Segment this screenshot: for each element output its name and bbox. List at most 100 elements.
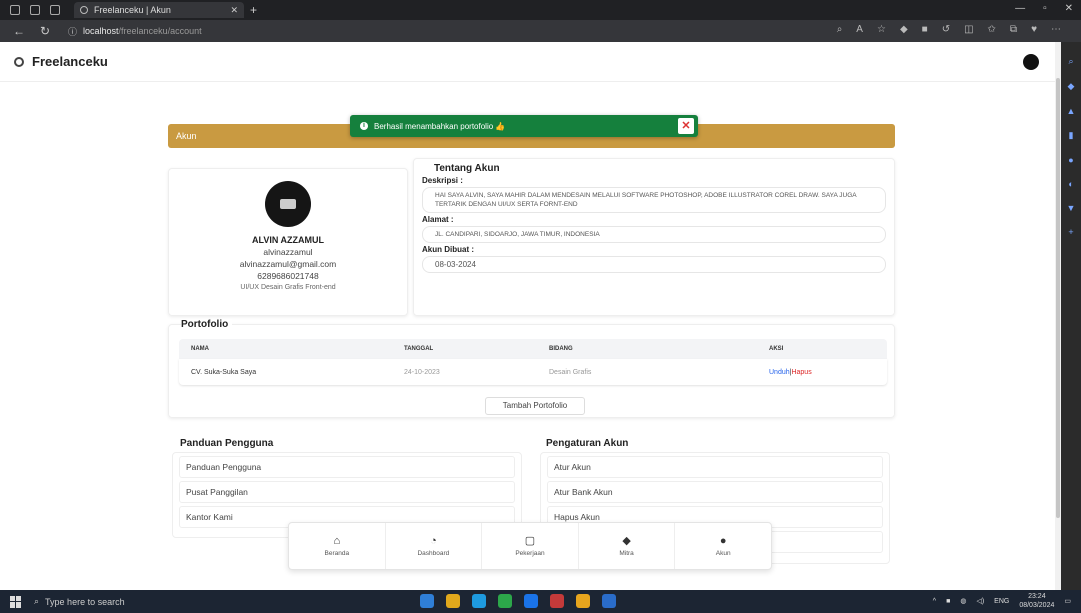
brand-icon <box>14 56 24 67</box>
app-icon[interactable] <box>550 594 564 608</box>
vscode-icon[interactable] <box>420 594 434 608</box>
address-label: Alamat : <box>422 215 454 224</box>
sidebar-app-icon[interactable]: ◆ <box>1068 81 1075 92</box>
profile-email: alvinazzamul@gmail.com <box>239 259 337 269</box>
profile-icon[interactable]: ♥ <box>1031 24 1037 35</box>
nav-dashboard[interactable]: ◔ Dashboard <box>386 523 483 569</box>
toast-message: Berhasil menambahkan portofolio 👍 <box>374 121 506 131</box>
address-field: JL. CANDIPARI, SIDOARJO, JAWA TIMUR, IND… <box>422 226 886 243</box>
close-tab-icon[interactable]: ✕ <box>230 5 238 16</box>
guide-item-panduan[interactable]: Panduan Pengguna <box>179 456 515 478</box>
nav-akun[interactable]: ● Akun <box>675 523 771 569</box>
page-scrollbar[interactable] <box>1055 42 1061 590</box>
windows-taskbar: ⌕ Type here to search ^ ■ ◍ ◁) ENG 23:24… <box>0 590 1081 613</box>
split-screen-icon[interactable]: ◫ <box>964 24 973 35</box>
brand-logo[interactable]: Freelanceku <box>14 54 108 69</box>
add-portfolio-button[interactable]: Tambah Portofolio <box>485 397 585 415</box>
sidebar-app-icon[interactable]: ▮ <box>1069 130 1074 141</box>
read-aloud-icon[interactable]: A <box>856 24 863 35</box>
whatsapp-icon[interactable] <box>498 594 512 608</box>
favorite-star-icon[interactable]: ☆ <box>877 24 886 35</box>
column-header-nama: NAMA <box>191 346 209 352</box>
cell-tanggal: 24-10-2023 <box>404 368 440 376</box>
close-window-icon[interactable]: ✕ <box>1065 3 1073 14</box>
zoom-icon[interactable]: ⌕ <box>837 24 843 35</box>
cell-aksi: Unduh|Hapus <box>769 369 887 376</box>
store-icon[interactable] <box>602 594 616 608</box>
profile-avatar <box>265 181 311 227</box>
collections-icon[interactable]: ⧉ <box>1010 24 1017 35</box>
volume-icon[interactable]: ◁) <box>976 597 984 605</box>
add-sidebar-icon[interactable]: + <box>1068 227 1073 237</box>
nav-label: Mitra <box>619 550 634 557</box>
restore-icon[interactable]: ▫ <box>1043 3 1047 14</box>
settings-item-atur-akun[interactable]: Atur Akun <box>547 456 883 478</box>
nav-mitra[interactable]: ◆ Mitra <box>579 523 676 569</box>
profile-username: alvinazzamul <box>263 247 313 257</box>
about-card: Tentang Akun Deskripsi : HAI SAYA ALVIN,… <box>413 158 895 316</box>
delete-link[interactable]: Hapus <box>791 369 811 376</box>
windows-start-icon[interactable] <box>10 595 22 608</box>
extension-icon[interactable]: ◆ <box>900 24 908 35</box>
reload-icon[interactable]: ↻ <box>38 24 52 38</box>
tray-app-icon[interactable]: ■ <box>946 598 950 605</box>
more-icon[interactable]: ⋯ <box>1051 24 1061 35</box>
nav-beranda[interactable]: ⌂ Beranda <box>289 523 386 569</box>
browser-tab-active[interactable]: Freelanceku | Akun ✕ <box>74 2 244 18</box>
extension-icon[interactable]: ■ <box>922 24 928 35</box>
user-icon: ● <box>719 535 727 547</box>
web-page: Freelanceku Akun i Berhasil menambahkan … <box>0 42 1061 590</box>
search-icon[interactable]: ⌕ <box>1068 56 1073 67</box>
tray-chevron-icon[interactable]: ^ <box>933 598 936 605</box>
portfolio-table: NAMA TANGGAL BIDANG AKSI CV. Suka-Suka S… <box>179 339 887 385</box>
edge-icon[interactable] <box>472 594 486 608</box>
cell-bidang: Desain Grafis <box>549 368 592 376</box>
taskbar-search[interactable]: ⌕ Type here to search <box>34 593 174 610</box>
partner-icon: ◆ <box>622 535 631 547</box>
profile-name: ALVIN AZZAMUL <box>252 235 324 245</box>
nav-pekerjaan[interactable]: ▢ Pekerjaan <box>482 523 579 569</box>
sidebar-app-icon[interactable]: ◐ <box>1068 179 1073 189</box>
sidebar-app-icon[interactable]: ▲ <box>1067 106 1076 116</box>
minimize-icon[interactable]: — <box>1015 3 1025 14</box>
search-icon: ⌕ <box>34 596 40 606</box>
header-avatar[interactable] <box>1023 54 1039 70</box>
profile-card: ALVIN AZZAMUL alvinazzamul alvinazzamul@… <box>168 168 408 316</box>
table-row: CV. Suka-Suka Saya 24-10-2023 Desain Gra… <box>179 359 887 385</box>
table-header: NAMA TANGGAL BIDANG AKSI <box>179 339 887 359</box>
settings-item-atur-bank[interactable]: Atur Bank Akun <box>547 481 883 503</box>
portfolio-card: Portofolio NAMA TANGGAL BIDANG AKSI CV. … <box>168 319 895 418</box>
taskbar-clock[interactable]: 23:24 08/03/2024 <box>1019 592 1054 610</box>
download-link[interactable]: Unduh <box>769 369 790 376</box>
site-info-icon[interactable]: ⓘ <box>68 25 77 38</box>
refresh-extension-icon[interactable]: ↺ <box>942 24 950 35</box>
new-tab-icon[interactable]: + <box>250 3 257 17</box>
guide-title: Panduan Pengguna <box>180 438 274 449</box>
network-icon[interactable]: ◍ <box>960 597 966 605</box>
created-label: Akun Dibuat : <box>422 245 474 254</box>
tab-overview-icon[interactable] <box>50 5 60 15</box>
favorites-icon[interactable]: ✩ <box>988 24 996 35</box>
nav-label: Dashboard <box>417 550 450 557</box>
tab-actions-icon[interactable] <box>30 5 40 15</box>
notification-icon[interactable]: ▭ <box>1064 597 1071 605</box>
toast-close-button[interactable]: ✕ <box>678 118 694 134</box>
clock-date: 08/03/2024 <box>1019 602 1055 609</box>
xampp-icon[interactable] <box>576 594 590 608</box>
chrome-icon[interactable] <box>524 594 538 608</box>
scrollbar-thumb[interactable] <box>1056 78 1060 518</box>
description-field: HAI SAYA ALVIN, SAYA MAHIR DALAM MENDESA… <box>422 187 886 213</box>
url-field[interactable]: ⓘ localhost/freelanceku/account <box>68 23 708 39</box>
guide-item-pusat-panggilan[interactable]: Pusat Panggilan <box>179 481 515 503</box>
sidebar-app-icon[interactable]: ▼ <box>1067 203 1076 213</box>
file-explorer-icon[interactable] <box>446 594 460 608</box>
clock-time: 23:24 <box>1028 593 1046 600</box>
browser-sidebar: ⌕ ◆ ▲ ▮ ● ◐ ▼ + <box>1061 42 1081 590</box>
language-indicator[interactable]: ENG <box>994 598 1009 605</box>
nav-label: Beranda <box>324 550 350 557</box>
workspaces-icon[interactable] <box>10 5 20 15</box>
sidebar-app-icon[interactable]: ● <box>1068 155 1073 165</box>
success-toast: i Berhasil menambahkan portofolio 👍 ✕ <box>350 115 698 137</box>
back-icon[interactable]: ← <box>12 24 26 38</box>
about-title: Tentang Akun <box>434 163 500 174</box>
